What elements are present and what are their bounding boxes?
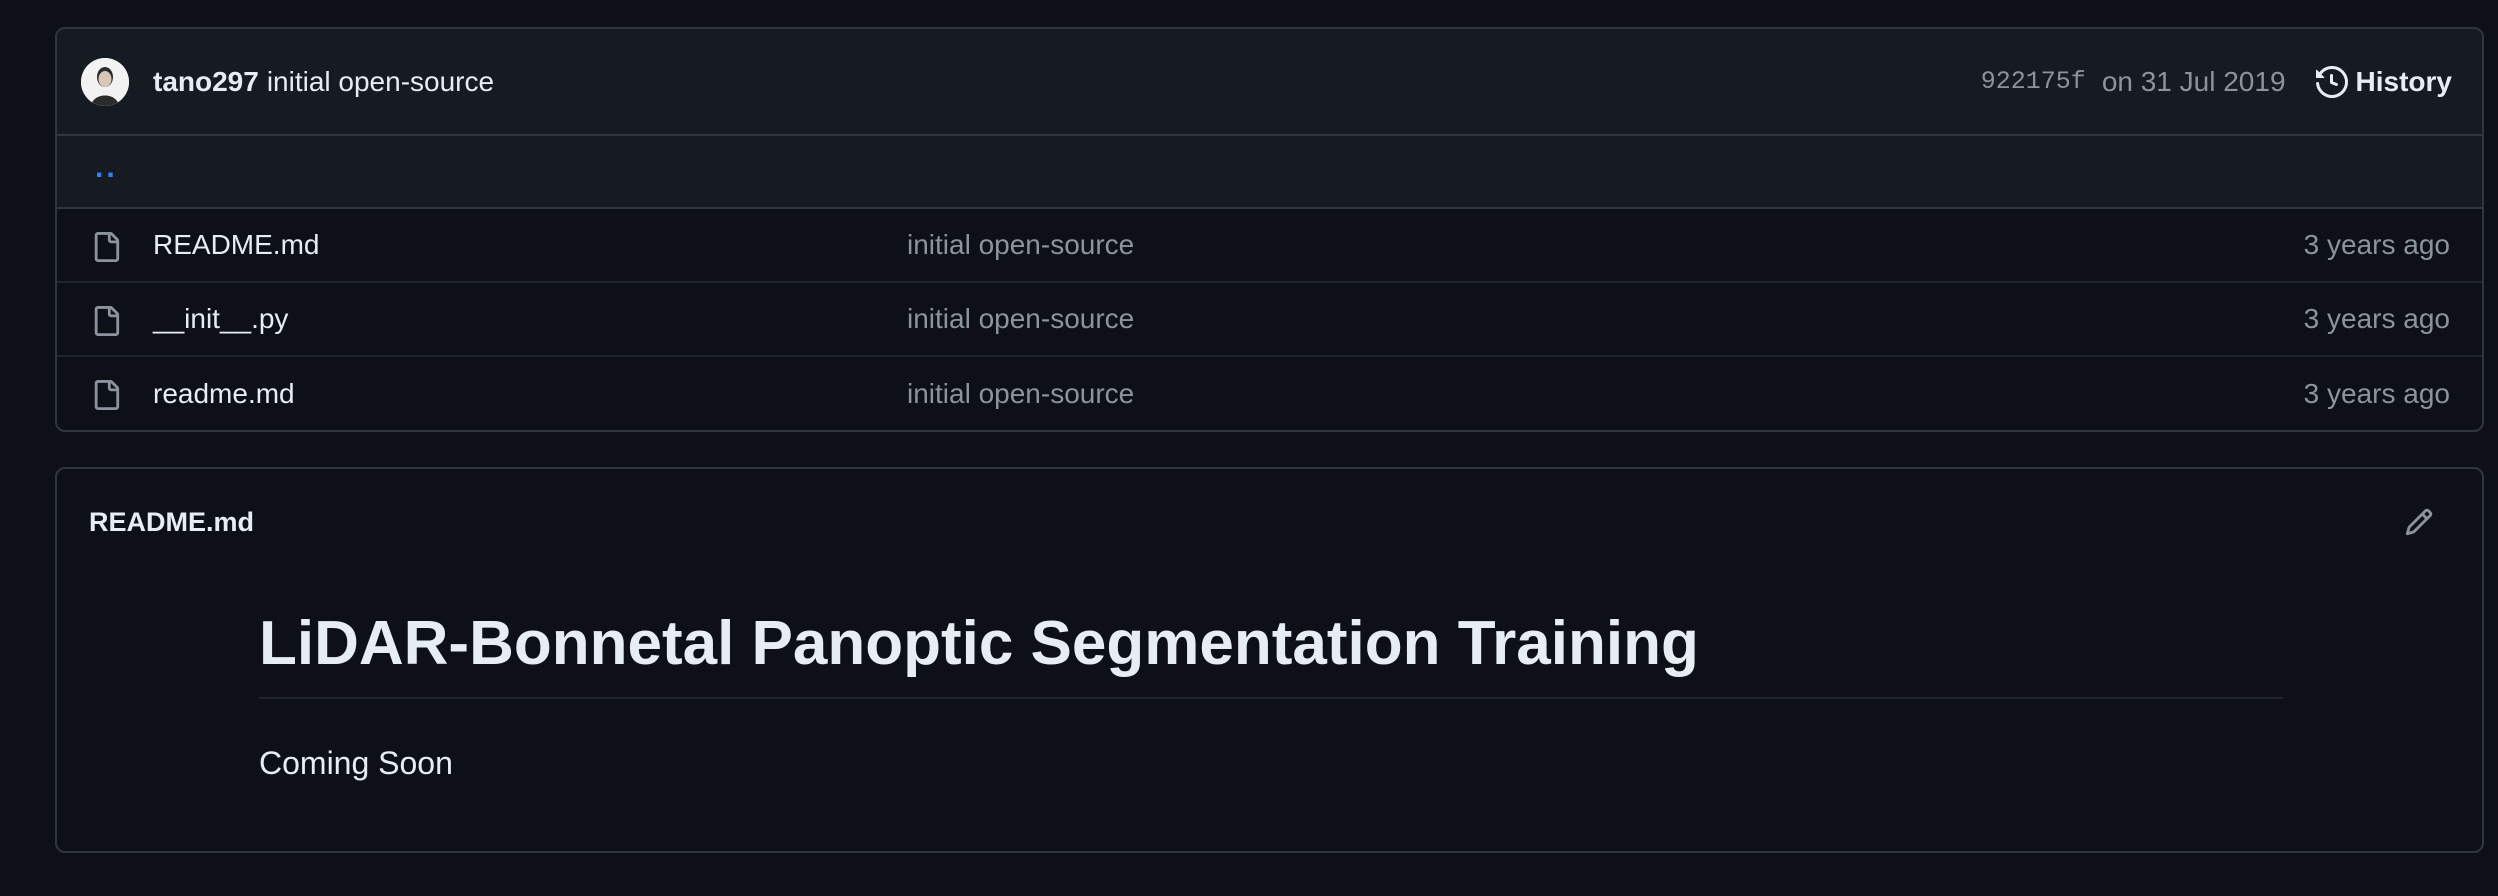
file-browser: tano297 initial open-source 922175f on 3… — [55, 27, 2484, 432]
file-name-link[interactable]: readme.md — [153, 378, 295, 410]
file-icon — [94, 232, 120, 262]
parent-directory-row[interactable]: .. — [57, 136, 2482, 209]
history-button[interactable]: History — [2315, 65, 2452, 98]
readme-filename-link[interactable]: README.md — [89, 507, 254, 538]
pencil-icon[interactable] — [2404, 507, 2434, 537]
readme-paragraph: Coming Soon — [259, 745, 453, 781]
file-name-link[interactable]: __init__.py — [153, 303, 288, 335]
parent-directory-link[interactable]: .. — [95, 151, 118, 185]
file-row[interactable]: readme.md initial open-source 3 years ag… — [57, 357, 2482, 430]
file-row[interactable]: __init__.py initial open-source 3 years … — [57, 283, 2482, 357]
file-commit-link[interactable]: initial open-source — [907, 378, 1134, 410]
commit-message-link[interactable]: initial open-source — [267, 66, 494, 98]
commit-date: on 31 Jul 2019 — [2101, 65, 2286, 97]
readme-panel: README.md LiDAR-Bonnetal Panoptic Segmen… — [55, 467, 2484, 853]
file-row[interactable]: README.md initial open-source 3 years ag… — [57, 209, 2482, 283]
history-label: History — [2355, 65, 2452, 97]
file-age: 3 years ago — [2303, 303, 2450, 334]
commit-sha-link[interactable]: 922175f — [1981, 67, 2086, 96]
file-age: 3 years ago — [2303, 229, 2450, 260]
file-name-link[interactable]: README.md — [153, 229, 319, 261]
file-age: 3 years ago — [2303, 377, 2450, 409]
file-commit-link[interactable]: initial open-source — [907, 229, 1134, 261]
latest-commit-bar: tano297 initial open-source 922175f on 3… — [57, 29, 2482, 136]
file-icon — [94, 380, 120, 410]
readme-heading: LiDAR-Bonnetal Panoptic Segmentation Tra… — [259, 609, 2283, 699]
history-icon — [2315, 65, 2348, 98]
avatar[interactable] — [81, 57, 129, 106]
file-commit-link[interactable]: initial open-source — [907, 303, 1134, 335]
commit-author-link[interactable]: tano297 — [153, 66, 259, 98]
commit-meta: 922175f on 31 Jul 2019 History — [1981, 66, 2452, 98]
file-icon — [94, 306, 120, 336]
